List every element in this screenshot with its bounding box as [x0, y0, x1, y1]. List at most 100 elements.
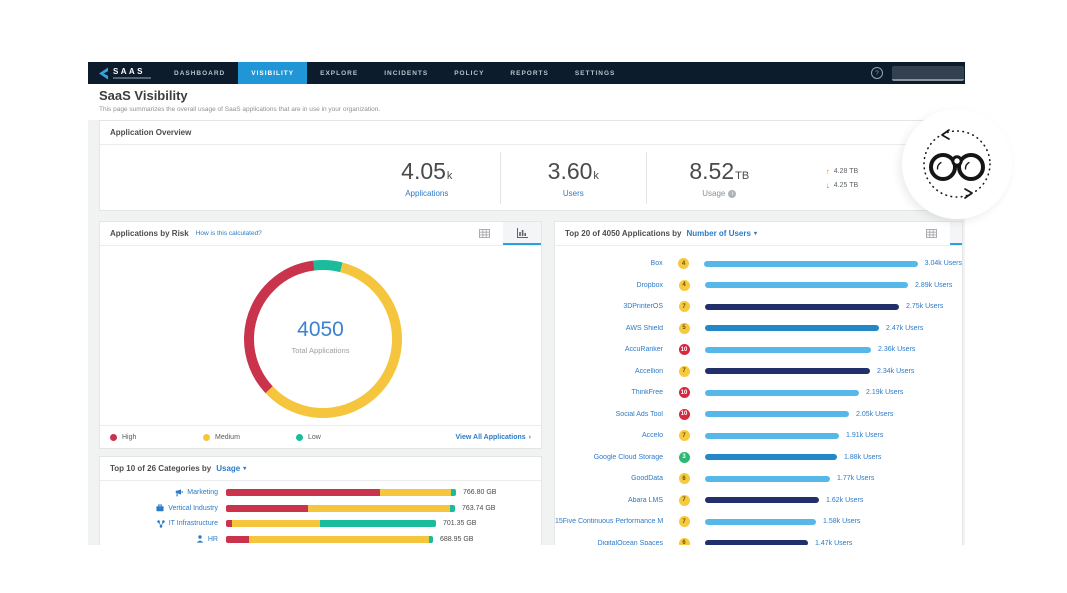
nav-tab-visibility[interactable]: VISIBILITY: [238, 62, 307, 84]
page-subtitle: This page summarizes the overall usage o…: [99, 106, 965, 113]
how-calculated-link[interactable]: How is this calculated?: [196, 230, 262, 237]
application-row: Box43.04k Users: [555, 253, 962, 275]
application-link[interactable]: Google Cloud Storage: [555, 454, 663, 461]
stat-value: 3.60k: [501, 158, 646, 185]
content-area: Application Overview 4.05kApplications3.…: [88, 120, 965, 545]
users-value: 1.47k Users: [815, 540, 852, 545]
users-bar[interactable]: [705, 497, 819, 503]
nav-tab-dashboard[interactable]: DASHBOARD: [161, 62, 238, 84]
users-bar[interactable]: [705, 519, 816, 525]
view-all-label: View All Applications: [456, 434, 526, 441]
risk-donut-chart[interactable]: [241, 257, 405, 421]
chart-view-toggle[interactable]: [950, 222, 963, 245]
view-all-applications-link[interactable]: View All Applications›: [456, 434, 532, 441]
bar-chart-icon: [517, 228, 528, 238]
application-link[interactable]: Accellion: [555, 368, 663, 375]
category-link[interactable]: Vertical Industry: [168, 505, 218, 512]
users-bar[interactable]: [705, 433, 839, 439]
megaphone-icon: [175, 489, 183, 497]
chart-view-toggle[interactable]: [503, 222, 541, 245]
category-link[interactable]: HR: [208, 536, 218, 543]
risk-segment-high: [241, 257, 405, 421]
application-link[interactable]: ThinkFree: [555, 389, 663, 396]
application-link[interactable]: Social Ads Tool: [555, 411, 663, 418]
categories-card-title: Top 10 of 26 Categories by: [110, 464, 211, 473]
stat-label[interactable]: Applications: [354, 189, 500, 198]
nav-tab-policy[interactable]: POLICY: [441, 62, 497, 84]
category-usage-bar[interactable]: [226, 536, 433, 543]
users-bar[interactable]: [705, 411, 849, 417]
category-usage-bar[interactable]: [226, 520, 436, 527]
table-view-toggle[interactable]: [465, 222, 503, 245]
category-link[interactable]: IT Infrastructure: [169, 520, 218, 527]
risk-score-badge-wrap: 7: [663, 516, 705, 527]
application-row: GoodData61.77k Users: [555, 468, 962, 490]
application-row: AWS Shield52.47k Users: [555, 318, 962, 340]
applications-by-risk-card: Applications by Risk How is this calcula…: [99, 221, 542, 449]
nav-tab-explore[interactable]: EXPLORE: [307, 62, 371, 84]
categories-sort-label: Usage: [216, 464, 240, 473]
brand-logo[interactable]: SAAS: [88, 62, 161, 84]
application-link[interactable]: Dropbox: [555, 282, 663, 289]
users-bar[interactable]: [705, 282, 908, 288]
application-link[interactable]: AWS Shield: [555, 325, 663, 332]
chevron-right-icon: ›: [529, 434, 531, 441]
users-value: 1.62k Users: [826, 497, 863, 504]
risk-segment-medium: [241, 257, 405, 421]
risk-score-badge: 7: [679, 301, 690, 312]
users-value: 1.91k Users: [846, 432, 883, 439]
nav-tab-incidents[interactable]: INCIDENTS: [371, 62, 441, 84]
users-bar[interactable]: [705, 454, 837, 460]
risk-score-badge-wrap: 7: [663, 430, 705, 441]
risk-score-badge: 7: [679, 516, 690, 527]
nav-search-box[interactable]: [892, 66, 964, 81]
users-bar[interactable]: [705, 476, 830, 482]
bar-segment-low: [451, 489, 456, 496]
table-view-toggle[interactable]: [912, 222, 950, 245]
brand-name: SAAS: [113, 67, 151, 76]
application-link[interactable]: Box: [555, 260, 663, 267]
nav-tab-settings[interactable]: SETTINGS: [562, 62, 629, 84]
users-value: 2.34k Users: [877, 368, 914, 375]
application-link[interactable]: GoodData: [555, 475, 663, 482]
table-grid-icon: [926, 229, 937, 238]
users-bar[interactable]: [705, 368, 870, 374]
users-value: 1.77k Users: [837, 475, 874, 482]
brand-logo-icon: [98, 67, 109, 80]
risk-score-badge-wrap: 10: [663, 344, 705, 355]
category-usage-bar[interactable]: [226, 505, 455, 512]
apps-sort-dropdown[interactable]: Number of Users▾: [686, 229, 756, 238]
info-icon[interactable]: i: [728, 190, 736, 198]
app-window: SAAS DASHBOARDVISIBILITYEXPLOREINCIDENTS…: [88, 62, 965, 545]
users-bar[interactable]: [704, 261, 917, 267]
users-bar[interactable]: [705, 304, 899, 310]
nav-tabs: DASHBOARDVISIBILITYEXPLOREINCIDENTSPOLIC…: [161, 62, 628, 84]
users-bar[interactable]: [705, 347, 871, 353]
category-usage-bar[interactable]: [226, 489, 456, 496]
risk-score-badge-wrap: 10: [663, 409, 705, 420]
categories-sort-dropdown[interactable]: Usage▾: [216, 464, 246, 473]
category-rows: Marketing766.80 GBVertical Industry763.7…: [100, 481, 541, 545]
application-link[interactable]: 3DPrinterOS: [555, 303, 663, 310]
nav-tab-reports[interactable]: REPORTS: [497, 62, 561, 84]
users-bar[interactable]: [705, 390, 859, 396]
category-link[interactable]: Marketing: [187, 489, 218, 496]
application-link[interactable]: DigitalOcean Spaces: [555, 540, 663, 545]
bar-segment-medium: [308, 505, 450, 512]
stat-label[interactable]: Users: [501, 189, 646, 198]
overview-stats: 4.05kApplications3.60kUsers8.52TBUsagei↑…: [100, 145, 962, 211]
users-bar[interactable]: [705, 325, 879, 331]
application-link[interactable]: Abara LMS: [555, 497, 663, 504]
users-bar[interactable]: [705, 540, 808, 545]
category-usage-value: 766.80 GB: [463, 489, 496, 496]
risk-score-badge-wrap: 4: [663, 280, 705, 291]
help-icon[interactable]: ?: [871, 67, 883, 79]
application-link[interactable]: Accelo: [555, 432, 663, 439]
stat-usage: 8.52TBUsagei: [646, 152, 792, 204]
users-value: 2.36k Users: [878, 346, 915, 353]
bar-segment-high: [226, 505, 308, 512]
application-link[interactable]: AccuRanker: [555, 346, 663, 353]
application-link[interactable]: 15Five Continuous Performance M...: [555, 518, 663, 525]
risk-legend: HighMediumLow View All Applications›: [100, 425, 541, 448]
risk-card-title: Applications by Risk: [110, 229, 189, 238]
